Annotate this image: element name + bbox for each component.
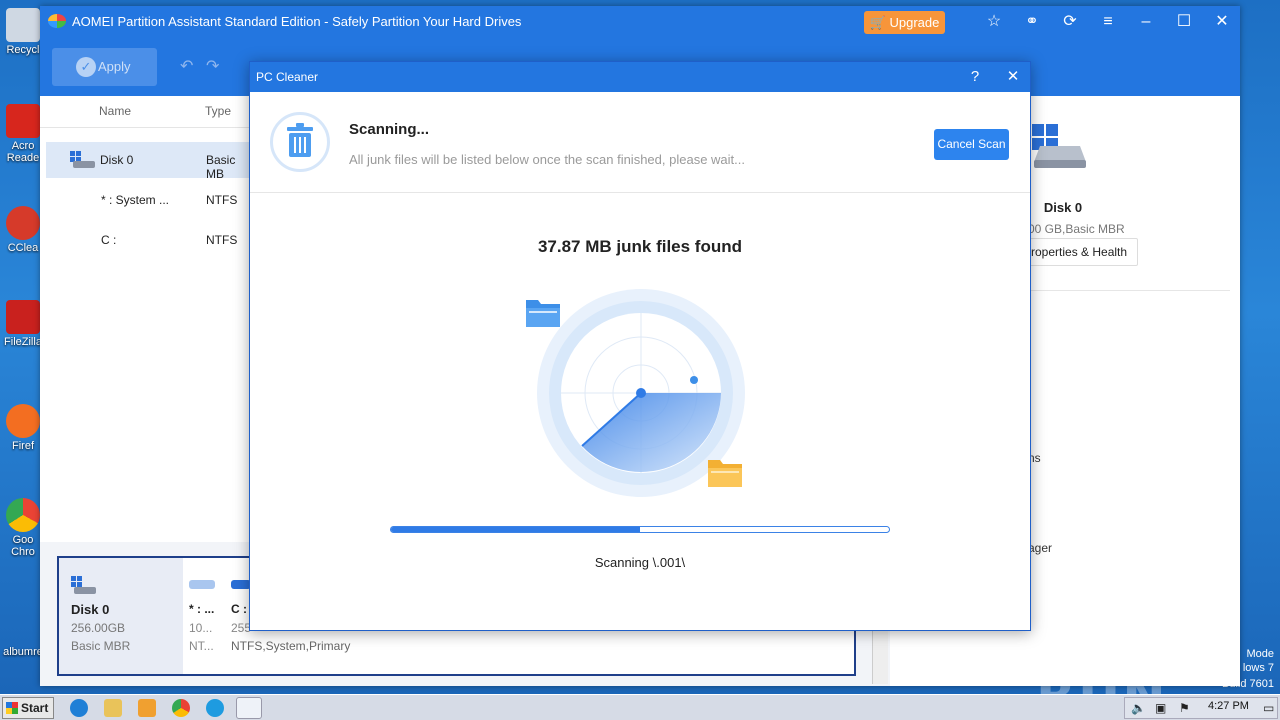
taskbar: Start 🔈 ▣ ⚑ ▭ <box>0 694 1280 720</box>
speaker-icon[interactable]: 🔈 <box>1131 701 1146 715</box>
row-name: * : System ... <box>101 193 170 207</box>
acrobat-icon <box>6 104 40 138</box>
share-icon[interactable]: ⚭ <box>1023 13 1041 31</box>
start-label: Start <box>21 701 49 715</box>
row-type: NTFS <box>206 233 238 247</box>
partition-fs: NT... <box>189 639 214 653</box>
right-disk-name: Disk 0 <box>1043 200 1083 215</box>
scan-status-subtitle: All junk files will be listed below once… <box>349 152 745 167</box>
app-titlebar[interactable]: AOMEI Partition Assistant Standard Editi… <box>40 6 1240 38</box>
partition-bar-system[interactable] <box>189 580 215 589</box>
row-name: Disk 0 <box>100 153 134 167</box>
undo-icon[interactable]: ↶ <box>180 56 193 76</box>
disk-large-icon <box>1032 124 1086 168</box>
desktop-icon-label: Recycl <box>6 44 40 56</box>
column-type[interactable]: Type <box>205 104 231 118</box>
row-type: Basic MB <box>206 153 236 181</box>
system-tray[interactable]: 🔈 ▣ ⚑ ▭ <box>1124 697 1278 719</box>
disk-card-size: 256.00GB <box>71 621 126 635</box>
scan-status-title: Scanning... <box>349 121 430 138</box>
upgrade-label: Upgrade <box>889 15 940 30</box>
chrome-icon <box>6 498 40 532</box>
partition-row-c[interactable]: C : NTFS <box>46 222 250 258</box>
check-icon: ✓ <box>76 57 96 77</box>
app-title: AOMEI Partition Assistant Standard Editi… <box>72 14 522 29</box>
desktop-icon-label: Firef <box>12 440 34 452</box>
properties-health-button[interactable]: roperties & Health <box>1026 238 1138 266</box>
network-icon[interactable]: ▣ <box>1155 701 1166 715</box>
edge-icon[interactable] <box>206 699 224 717</box>
pc-cleaner-dialog: PC Cleaner ? ✕ Scanning... All junk file… <box>249 61 1031 631</box>
trash-icon <box>270 112 330 172</box>
partition-list-header: Name Type <box>40 96 250 128</box>
scan-path-text: Scanning \.001\ <box>594 555 686 570</box>
partition-label: * : ... <box>189 602 215 616</box>
upgrade-button[interactable]: 🛒 Upgrade <box>864 11 945 34</box>
flag-icon[interactable]: ⚑ <box>1179 701 1190 715</box>
aomei-taskbar-icon[interactable] <box>236 697 262 719</box>
scan-progress-bar <box>390 526 890 533</box>
star-icon[interactable]: ☆ <box>985 13 1003 31</box>
ie-icon[interactable] <box>70 699 88 717</box>
explorer-icon[interactable] <box>104 699 122 717</box>
disk-icon <box>71 576 96 594</box>
desktop-icon-label: albumre <box>3 646 43 658</box>
row-name: C : <box>101 233 117 247</box>
start-button[interactable]: Start <box>2 697 54 719</box>
windows-mode-text: Mode <box>1246 648 1274 660</box>
desktop-icon-label: Acro Reade <box>6 140 40 164</box>
scan-progress-fill <box>391 527 640 532</box>
right-disk-info: 00 GB,Basic MBR <box>1028 222 1125 236</box>
redo-icon[interactable]: ↷ <box>206 56 219 76</box>
apply-label: Apply <box>98 59 131 74</box>
desktop-icon-label: CCleа <box>7 242 39 254</box>
column-name[interactable]: Name <box>99 104 131 118</box>
chrome-taskbar-icon[interactable] <box>172 699 190 717</box>
apply-button[interactable]: ✓ Apply <box>52 48 157 86</box>
partition-fs: NTFS,System,Primary <box>231 639 351 653</box>
show-desktop-icon[interactable]: ▭ <box>1263 701 1274 715</box>
taskbar-clock[interactable]: 4:27 PM <box>1208 700 1249 712</box>
partition-label: C : <box>231 602 247 616</box>
right-panel: Disk 0 00 GB,Basic MBR roperties & Healt… <box>1020 96 1240 555</box>
dialog-close-icon[interactable]: ✕ <box>1004 68 1022 86</box>
partition-size: 10... <box>189 621 213 635</box>
recycle-bin-icon <box>6 8 40 42</box>
cancel-scan-button[interactable]: Cancel Scan <box>934 129 1009 160</box>
windows-logo-icon <box>6 702 18 714</box>
dialog-title: PC Cleaner <box>256 70 319 84</box>
junk-found-text: 37.87 MB junk files found <box>537 237 743 256</box>
firefox-icon <box>6 404 40 438</box>
row-type: NTFS <box>206 193 238 207</box>
desktop-icon-label: Goo Chro <box>11 534 35 558</box>
folder-orange-icon <box>708 460 742 487</box>
divider <box>1020 290 1230 291</box>
disk-icon <box>70 151 95 168</box>
media-player-icon[interactable] <box>138 699 156 717</box>
menu-icon[interactable]: ≡ <box>1099 13 1117 31</box>
maximize-icon[interactable]: ☐ <box>1175 13 1193 31</box>
disk-card-info: Disk 0 256.00GB Basic MBR <box>59 558 183 674</box>
partition-row-disk0[interactable]: Disk 0 Basic MB <box>46 142 250 181</box>
ccleaner-icon <box>6 206 40 240</box>
refresh-icon[interactable]: ⟳ <box>1061 13 1079 31</box>
help-icon[interactable]: ? <box>966 68 984 86</box>
desktop-icon-label: FileZilla <box>4 336 42 348</box>
right-link-2[interactable]: ager <box>1028 541 1052 555</box>
partition-row-system[interactable]: * : System ... NTFS <box>46 182 250 218</box>
dialog-titlebar[interactable]: PC Cleaner ? ✕ <box>250 62 1030 92</box>
minimize-icon[interactable]: – <box>1137 13 1155 31</box>
scan-header: Scanning... All junk files will be liste… <box>250 92 1030 193</box>
disk-card-type: Basic MBR <box>71 639 131 653</box>
disk-card-name: Disk 0 <box>71 602 110 617</box>
aomei-logo-icon <box>48 14 66 28</box>
windows-version-text: lows 7 <box>1242 662 1274 674</box>
filezilla-icon <box>6 300 40 334</box>
partition-bar-c[interactable] <box>231 580 251 589</box>
close-icon[interactable]: ✕ <box>1213 13 1231 31</box>
